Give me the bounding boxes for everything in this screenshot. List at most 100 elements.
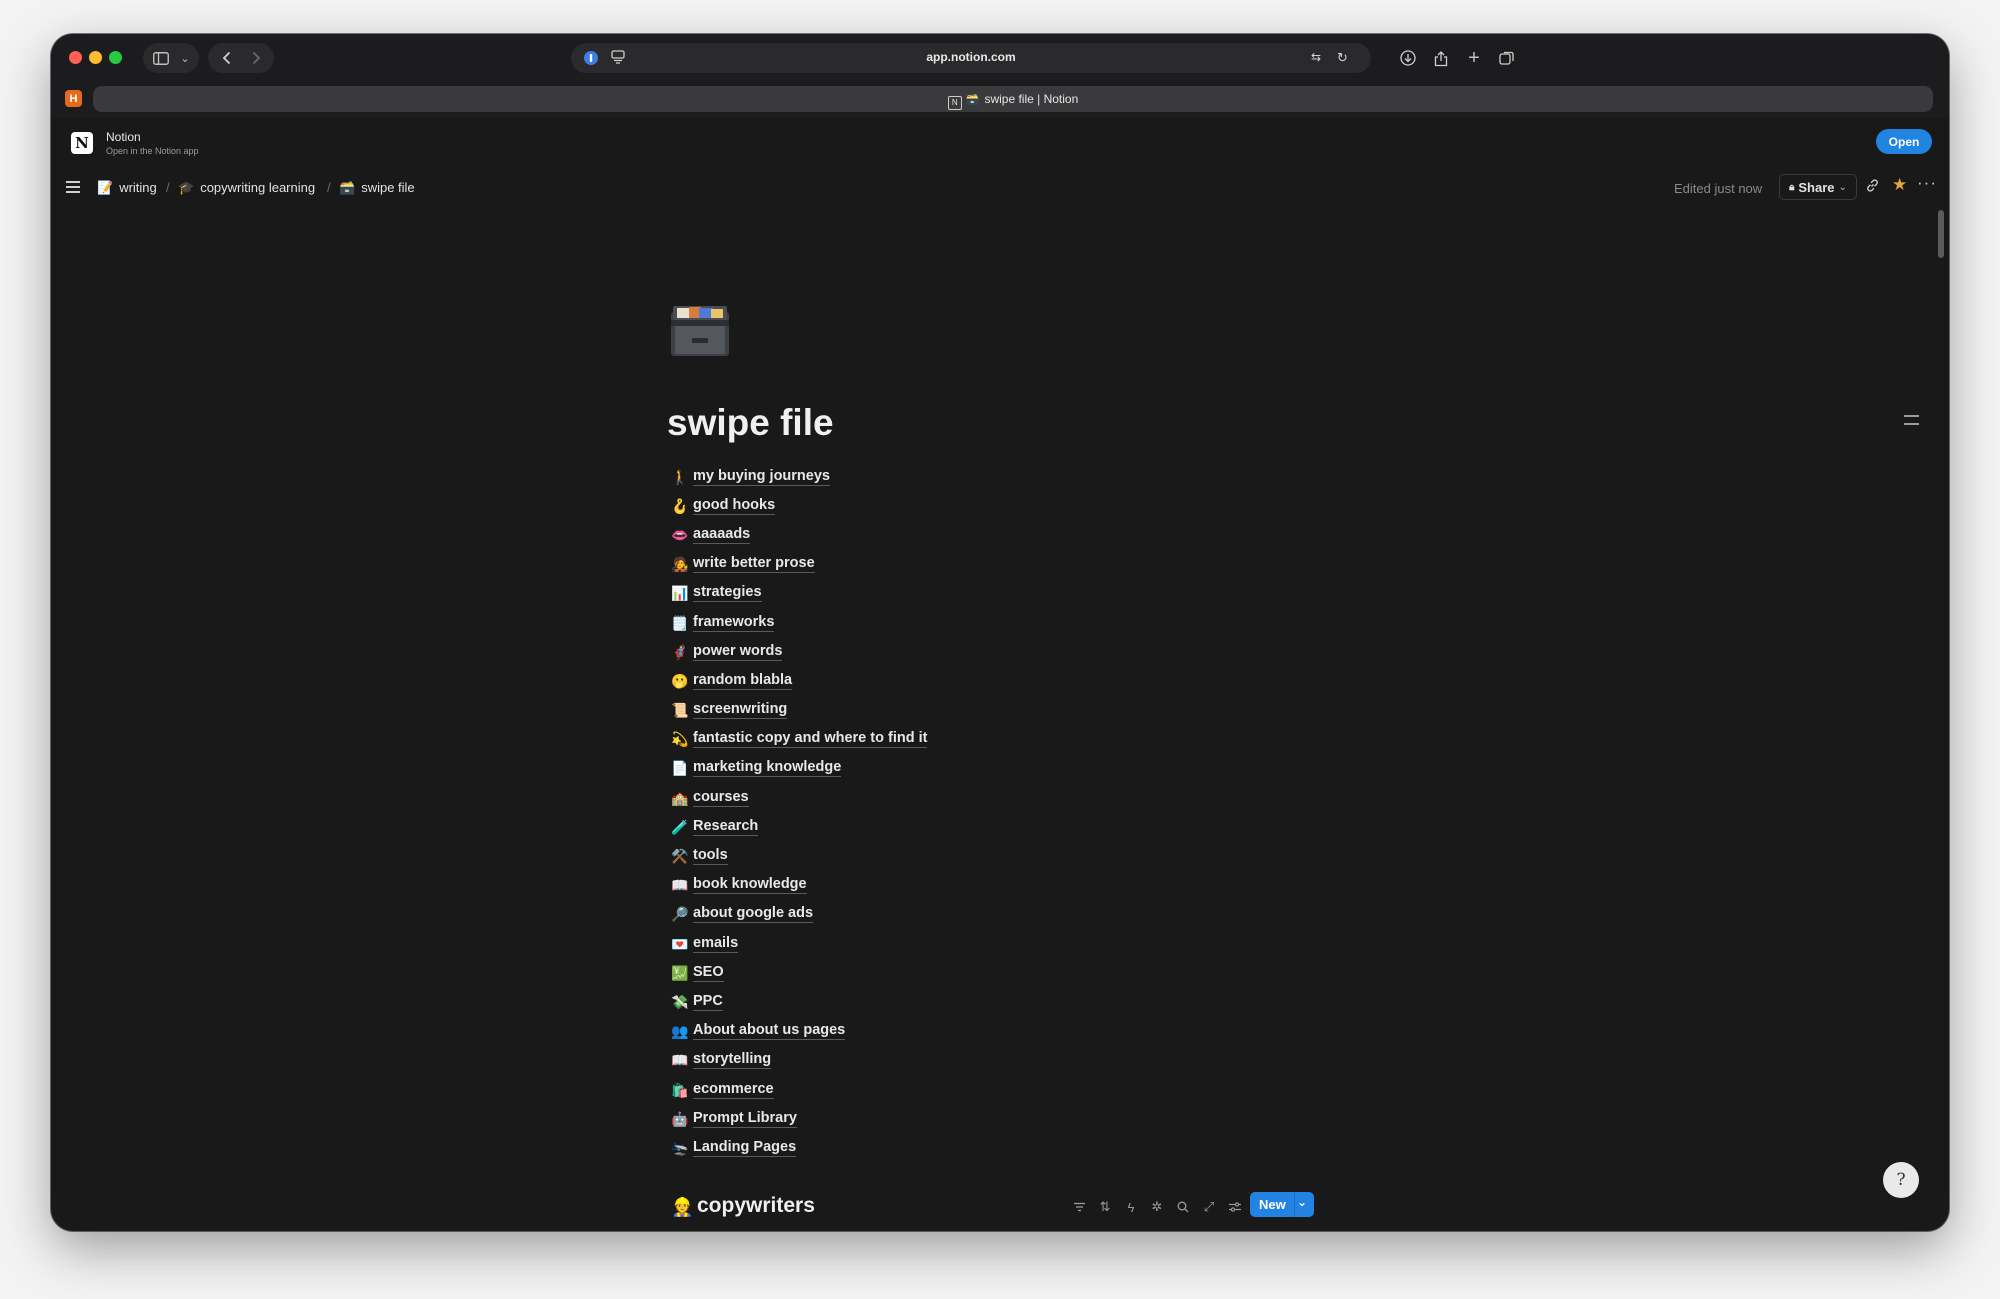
superhero-icon: 🦸	[671, 643, 689, 660]
database-title[interactable]: copywriters	[697, 1194, 815, 1218]
notion-favicon-icon: N	[947, 96, 962, 110]
subpage-label: good hooks	[693, 496, 776, 515]
chevron-down-icon: ⌄	[1838, 181, 1847, 193]
hook-icon: 🪝	[671, 497, 689, 514]
subpage-label: book knowledge	[693, 876, 807, 895]
subpage-link[interactable]: 👥 About about us pages	[671, 1017, 927, 1046]
file-cabinet-icon[interactable]	[669, 302, 731, 358]
settings-sliders-icon[interactable]	[1227, 1197, 1243, 1217]
page-icon: 📄	[671, 760, 689, 777]
subpage-label: write better prose	[693, 555, 815, 574]
lips-icon: 👄	[671, 526, 689, 543]
sort-icon[interactable]: ⇅	[1097, 1197, 1113, 1217]
address-bar[interactable]: app.notion.com ⇆ ↻	[571, 43, 1371, 73]
breadcrumb-label: swipe file	[361, 180, 415, 195]
filter-icon[interactable]	[1071, 1197, 1087, 1217]
tab-overview-icon[interactable]	[1495, 43, 1519, 73]
close-window-button[interactable]	[69, 51, 82, 64]
subpage-label: my buying journeys	[693, 467, 830, 486]
open-book-icon: 📖	[671, 877, 689, 894]
money-wings-icon: 💸	[671, 993, 689, 1010]
walking-person-icon: 🚶	[671, 468, 689, 485]
downloads-icon[interactable]	[1396, 43, 1420, 73]
shopping-bags-icon: 🛍️	[671, 1081, 689, 1098]
subpage-link[interactable]: 🤖 Prompt Library	[671, 1104, 927, 1133]
share-label: Share	[1798, 179, 1835, 195]
url-text: app.notion.com	[926, 50, 1016, 64]
active-tab[interactable]: N 🗃️ swipe file | Notion	[93, 86, 1933, 112]
subpage-label: emails	[693, 934, 739, 953]
sidebar-icon[interactable]	[147, 43, 175, 73]
subpage-label: SEO	[693, 963, 724, 982]
chevron-down-icon[interactable]: ⌄	[1297, 1195, 1307, 1209]
menu-icon[interactable]	[66, 181, 80, 193]
favorite-star-icon[interactable]: ★	[1892, 175, 1907, 195]
browser-actions: +	[1394, 43, 1534, 73]
link-icon[interactable]	[1865, 178, 1880, 197]
subpage-link[interactable]: 🪝 good hooks	[671, 491, 927, 520]
ai-sparkle-icon[interactable]: ✲	[1149, 1197, 1165, 1217]
zoom-window-button[interactable]	[109, 51, 122, 64]
minimize-window-button[interactable]	[89, 51, 102, 64]
love-letter-icon: 💌	[671, 935, 689, 952]
automation-bolt-icon[interactable]: ϟ	[1123, 1197, 1139, 1217]
share-icon[interactable]	[1429, 43, 1453, 73]
subpage-link[interactable]: 🚶 my buying journeys	[671, 462, 927, 491]
scrollbar-thumb[interactable]	[1938, 210, 1944, 258]
subpage-link[interactable]: 📖 storytelling	[671, 1046, 927, 1075]
subpage-link[interactable]: 🧑‍🎤 write better prose	[671, 550, 927, 579]
subpage-link[interactable]: 🧪 Research	[671, 812, 927, 841]
subpage-link[interactable]: 🫢 random blabla	[671, 666, 927, 695]
subpage-link[interactable]: 💫 fantastic copy and where to find it	[671, 725, 928, 754]
breadcrumb-label: copywriting learning	[200, 180, 316, 195]
search-icon[interactable]	[1175, 1197, 1191, 1217]
subpage-link[interactable]: 📊 strategies	[671, 579, 927, 608]
breadcrumb-separator: /	[166, 180, 170, 195]
subpage-link[interactable]: 🦸 power words	[671, 637, 927, 666]
breadcrumb-item-copywriting-learning[interactable]: 🎓 copywriting learning	[178, 180, 315, 196]
reload-icon[interactable]: ↻	[1337, 50, 1348, 66]
subpage-link[interactable]: 🛬 Landing Pages	[671, 1133, 927, 1162]
subpage-label: PPC	[693, 992, 723, 1011]
subpage-label: frameworks	[693, 613, 775, 632]
page-title[interactable]: swipe file	[667, 402, 834, 444]
test-tube-icon: 🧪	[671, 818, 689, 835]
subpage-link[interactable]: 💌 emails	[671, 929, 927, 958]
help-button[interactable]: ?	[1883, 1162, 1919, 1198]
table-of-contents-icon[interactable]	[1904, 415, 1919, 431]
chevron-down-icon[interactable]: ⌄	[175, 43, 195, 73]
translate-icon[interactable]: ⇆	[1311, 50, 1321, 64]
subpage-link[interactable]: 📜 screenwriting	[671, 696, 927, 725]
subpage-link[interactable]: 🛍️ ecommerce	[671, 1075, 927, 1104]
scroll-icon: 📜	[671, 702, 689, 719]
open-in-app-banner: N Notion Open in the Notion app	[51, 118, 1949, 168]
breadcrumb-item-swipe-file[interactable]: 🗃️ swipe file	[339, 180, 415, 196]
subpage-link[interactable]: 📖 book knowledge	[671, 871, 927, 900]
breadcrumb-separator: /	[327, 180, 331, 195]
subpage-link[interactable]: 🗒️ frameworks	[671, 608, 927, 637]
new-tab-icon[interactable]: +	[1462, 43, 1486, 73]
subpage-label: power words	[693, 642, 783, 661]
bar-chart-icon: 📊	[671, 585, 689, 602]
subpage-link[interactable]: ⚒️ tools	[671, 841, 927, 870]
expand-icon[interactable]: ⤢	[1201, 1197, 1217, 1217]
tab-bar: H N 🗃️ swipe file | Notion	[51, 82, 1949, 118]
share-button[interactable]: 🔒︎ Share ⌄	[1779, 174, 1857, 200]
subpage-link[interactable]: 💸 PPC	[671, 987, 927, 1016]
subpage-label: random blabla	[693, 671, 793, 690]
more-options-icon[interactable]: ···	[1917, 173, 1937, 193]
subpage-link[interactable]: 💹 SEO	[671, 958, 927, 987]
open-in-app-button[interactable]: Open	[1876, 129, 1932, 154]
subpage-link[interactable]: 🔎 about google ads	[671, 900, 927, 929]
subpage-link[interactable]: 🏫 courses	[671, 783, 927, 812]
breadcrumb-item-writing[interactable]: 📝 writing	[97, 180, 157, 196]
forward-button[interactable]	[242, 43, 270, 73]
edited-status: Edited just now	[1674, 181, 1763, 196]
pinned-tab-favicon[interactable]: H	[65, 90, 82, 107]
back-button[interactable]	[212, 43, 240, 73]
new-entry-button[interactable]: New ⌄	[1250, 1192, 1314, 1217]
subpage-link[interactable]: 📄 marketing knowledge	[671, 754, 927, 783]
subpage-link[interactable]: 👄 aaaaads	[671, 520, 927, 549]
subpage-label: Prompt Library	[693, 1109, 797, 1128]
open-book-icon: 📖	[671, 1052, 689, 1069]
